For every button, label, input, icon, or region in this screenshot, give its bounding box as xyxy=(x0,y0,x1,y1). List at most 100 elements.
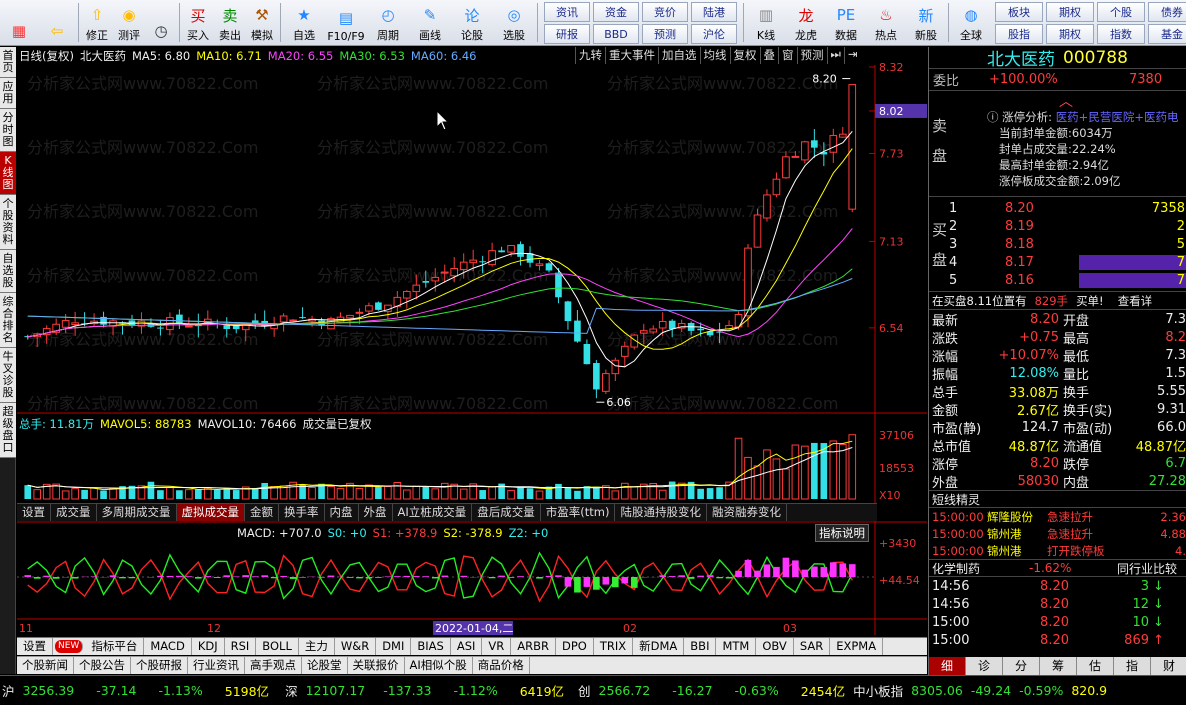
volume-tab-内盘[interactable]: 内盘 xyxy=(325,504,359,521)
chart-tool-加自选[interactable]: 加自选 xyxy=(658,47,700,64)
quote-tab-细[interactable]: 细 xyxy=(929,657,965,675)
toolbar-button-买入[interactable]: 买买入 xyxy=(182,0,214,45)
vtab-首页[interactable]: 首页 xyxy=(0,47,16,78)
toolbar-cell-股指[interactable]: 股指 xyxy=(995,24,1043,44)
indicator-tab-主力[interactable]: 主力 xyxy=(299,638,335,655)
toolbar-button-周期[interactable]: ◴ 周期 xyxy=(367,0,409,45)
alert-row[interactable]: 15:00:00 锦州港 打开跌停板 4. xyxy=(929,542,1186,559)
info-tab-个股公告[interactable]: 个股公告 xyxy=(74,657,131,674)
zt-concept[interactable]: 医药+民营医院+医药电 xyxy=(1056,110,1179,124)
toolbar-button-论股[interactable]: 论论股 xyxy=(451,0,493,45)
kline-chart-svg[interactable]: 分析家公式网www.70822.Com 分析家公式网www.70822.Com 分析… xyxy=(17,47,927,635)
quote-tab-财[interactable]: 财 xyxy=(1150,657,1186,675)
vtab-分时图[interactable]: 分时图 xyxy=(0,109,16,152)
chevron-up-icon[interactable]: ︿ xyxy=(1059,91,1073,111)
indicator-tab-EXPMA[interactable]: EXPMA xyxy=(830,638,884,655)
quote-tab-诊[interactable]: 诊 xyxy=(965,657,1002,675)
alert-row[interactable]: 15:00:00 辉隆股份 急速拉升 2.36 xyxy=(929,508,1186,525)
sector-name[interactable]: 化学制药 xyxy=(929,560,1029,577)
toolbar-button-选股[interactable]: ◎ 选股 xyxy=(493,0,535,45)
toolbar-button-模拟[interactable]: ⚒ 模拟 xyxy=(246,0,278,45)
toolbar-cell-沪伦[interactable]: 沪伦 xyxy=(691,24,737,44)
volume-tab-AI立桩成交量[interactable]: AI立桩成交量 xyxy=(393,504,473,521)
chart-tool-均线[interactable]: 均线 xyxy=(699,47,730,64)
toolbar-button-数据[interactable]: PE 数据 xyxy=(826,0,866,45)
info-tab-论股堂[interactable]: 论股堂 xyxy=(302,657,348,674)
vtab-K线图[interactable]: K线图 xyxy=(0,152,16,195)
toolbar-cell-研报[interactable]: 研报 xyxy=(544,24,590,44)
volume-tab-融资融券变化[interactable]: 融资融券变化 xyxy=(707,504,787,521)
vtab-综合排名[interactable]: 综合排名 xyxy=(0,293,16,348)
toolbar-cell-指数[interactable]: 指数 xyxy=(1097,24,1145,44)
indicator-tab-设置[interactable]: 设置 xyxy=(17,638,53,655)
volume-tab-多周期成交量[interactable]: 多周期成交量 xyxy=(97,504,177,521)
volume-tab-金额[interactable]: 金额 xyxy=(245,504,279,521)
vtab-牛叉诊股[interactable]: 牛叉诊股 xyxy=(0,348,16,403)
toolbar-cell-资金[interactable]: 资金 xyxy=(593,2,639,22)
toolbar-button-K线[interactable]: ▥ K线 xyxy=(746,0,786,45)
vtab-应用[interactable]: 应用 xyxy=(0,78,16,109)
zx-index-label[interactable]: 中小板指 xyxy=(853,681,903,700)
indicator-tab-MTM[interactable]: MTM xyxy=(716,638,757,655)
vtab-超级盘口[interactable]: 超级盘口 xyxy=(0,403,16,458)
alert-row[interactable]: 15:00:00 锦州港 急速拉升 4.88 xyxy=(929,525,1186,542)
toolbar-button-新股[interactable]: 新新股 xyxy=(906,0,946,45)
info-tab-个股研报[interactable]: 个股研报 xyxy=(131,657,188,674)
toolbar-cell-竞价[interactable]: 竞价 xyxy=(642,2,688,22)
toolbar-cell-预测[interactable]: 预测 xyxy=(642,24,688,44)
info-tab-高手观点[interactable]: 高手观点 xyxy=(245,657,302,674)
indicator-tab-指标平台[interactable]: 指标平台 xyxy=(85,638,145,655)
indicator-tab-BOLL[interactable]: BOLL xyxy=(256,638,299,655)
volume-tab-成交量[interactable]: 成交量 xyxy=(51,504,97,521)
toolbar-button-全球[interactable]: ◍ 全球 xyxy=(951,0,991,45)
chart-tool-叠[interactable]: 叠 xyxy=(759,47,779,64)
indicator-tab-SAR[interactable]: SAR xyxy=(794,638,831,655)
info-tab-行业资讯[interactable]: 行业资讯 xyxy=(188,657,245,674)
toolbar-button-卖出[interactable]: 卖卖出 xyxy=(214,0,246,45)
toolbar-cell-陆港[interactable]: 陆港 xyxy=(691,2,737,22)
cy-index-label[interactable]: 创 xyxy=(578,681,591,700)
toolbar-cell-基金[interactable]: 基金 xyxy=(1148,24,1186,44)
indicator-help-button[interactable]: 指标说明 xyxy=(815,524,869,542)
indicator-tab-DPO[interactable]: DPO xyxy=(556,638,594,655)
toolbar-cell-期权[interactable]: 期权 xyxy=(1046,24,1094,44)
toolbar-button-画线[interactable]: ✎ 画线 xyxy=(409,0,451,45)
chart-tool-复权[interactable]: 复权 xyxy=(729,47,760,64)
toolbar-cell-个股[interactable]: 个股 xyxy=(1097,2,1145,22)
indicator-tab-TRIX[interactable]: TRIX xyxy=(594,638,634,655)
indicator-tab-RSI[interactable]: RSI xyxy=(225,638,257,655)
sector-compare-link[interactable]: 同行业比较 xyxy=(1117,560,1177,577)
toolbar-cell-板块[interactable]: 板块 xyxy=(995,2,1043,22)
sz-index-label[interactable]: 深 xyxy=(285,681,298,700)
vtab-自选股[interactable]: 自选股 xyxy=(0,250,16,293)
volume-tab-虚拟成交量[interactable]: 虚拟成交量 xyxy=(176,504,245,521)
chart-tool-预测[interactable]: 预测 xyxy=(796,47,827,64)
chart-tool-重大事件[interactable]: 重大事件 xyxy=(605,47,658,64)
chart-nav-icon[interactable]: ⏭ xyxy=(826,47,844,64)
toolbar-button-grid-menu[interactable]: ▦ xyxy=(0,0,38,45)
info-tab-个股新闻[interactable]: 个股新闻 xyxy=(17,657,74,674)
indicator-tab-ASI[interactable]: ASI xyxy=(451,638,483,655)
chart-expand-icon[interactable]: ⇥ xyxy=(843,47,861,64)
toolbar-button-clock[interactable]: ◷ xyxy=(145,0,177,45)
toolbar-cell-BBD[interactable]: BBD xyxy=(593,24,639,44)
alert-stock[interactable]: 锦州港 xyxy=(987,543,1047,559)
alert-stock[interactable]: 辉隆股份 xyxy=(987,509,1047,525)
toolbar-button-测评[interactable]: ◉ 测评 xyxy=(113,0,145,45)
kline-chart-area[interactable]: 分析家公式网www.70822.Com 分析家公式网www.70822.Com 分析… xyxy=(17,47,927,635)
indicator-tab-新DMA[interactable]: 新DMA xyxy=(633,638,685,655)
sh-index-label[interactable]: 沪 xyxy=(2,681,15,700)
indicator-tab-ARBR[interactable]: ARBR xyxy=(511,638,556,655)
volume-tab-换手率[interactable]: 换手率 xyxy=(279,504,325,521)
indicator-tab-BBI[interactable]: BBI xyxy=(684,638,717,655)
toolbar-button-back-arrow[interactable]: ⇦ xyxy=(38,0,76,45)
view-detail-link[interactable]: 查看详 xyxy=(1118,293,1153,309)
indicator-tab-DMI[interactable]: DMI xyxy=(376,638,412,655)
toolbar-button-修正[interactable]: ⇧ 修正 xyxy=(81,0,113,45)
indicator-tab-VR[interactable]: VR xyxy=(482,638,512,655)
indicator-tab-W&R[interactable]: W&R xyxy=(335,638,377,655)
quote-tab-分[interactable]: 分 xyxy=(1002,657,1039,675)
indicator-tab-MACD[interactable]: MACD xyxy=(144,638,192,655)
volume-tab-设置[interactable]: 设置 xyxy=(17,504,51,521)
indicator-tab-OBV[interactable]: OBV xyxy=(756,638,794,655)
